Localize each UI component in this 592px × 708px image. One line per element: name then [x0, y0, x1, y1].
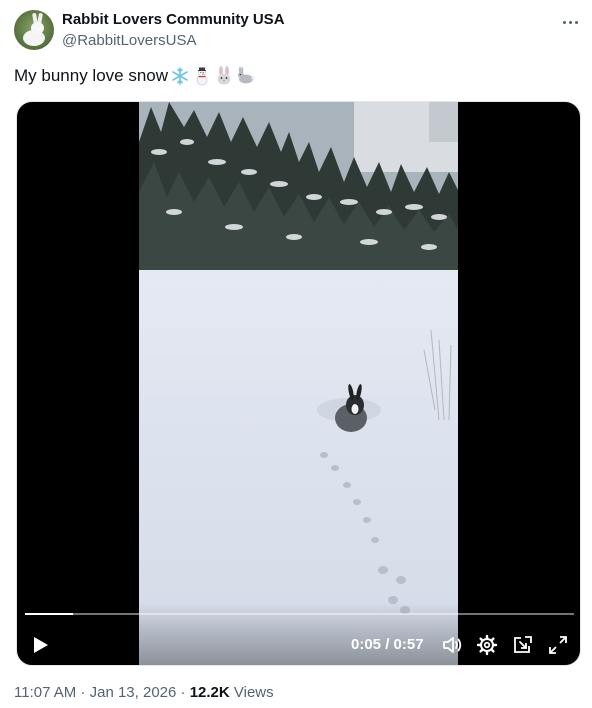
tweet-text-body: My bunny love snow	[14, 66, 169, 85]
views-count[interactable]: 12.2K	[190, 684, 230, 701]
volume-button[interactable]	[441, 634, 463, 656]
gear-icon	[476, 634, 498, 656]
meta-separator: ·	[76, 684, 90, 701]
tweet-text: My bunny love snow	[14, 66, 256, 86]
play-button[interactable]	[29, 634, 51, 656]
video-progress-fill	[25, 613, 74, 615]
fullscreen-button[interactable]	[547, 634, 569, 656]
snowy-trees-illustration	[139, 102, 458, 277]
more-options-button[interactable]	[556, 10, 584, 34]
video-current-time: 0:05	[351, 636, 382, 653]
video-time-separator: /	[381, 636, 394, 653]
rabbit-icon	[238, 66, 255, 84]
views-label: Views	[229, 684, 274, 701]
fullscreen-icon	[549, 636, 567, 654]
snowflake-icon	[172, 67, 188, 85]
tweet-time[interactable]: 11:07 AM	[14, 684, 76, 701]
more-dot	[574, 20, 578, 24]
play-icon	[34, 637, 48, 653]
author-handle[interactable]: @RabbitLoversUSA	[62, 32, 196, 49]
settings-button[interactable]	[476, 634, 498, 656]
avatar[interactable]	[14, 10, 54, 50]
picture-in-picture-icon	[514, 636, 532, 653]
video-progress-bar[interactable]	[25, 613, 574, 615]
volume-icon	[443, 637, 462, 653]
snowman-icon	[196, 67, 208, 86]
tweet: Rabbit Lovers Community USA @RabbitLover…	[0, 0, 592, 708]
avatar-rabbit-head	[31, 22, 44, 34]
video-duration: 0:57	[393, 636, 424, 653]
meta-separator: ·	[176, 684, 190, 701]
tweet-date[interactable]: Jan 13, 2026	[90, 684, 177, 701]
rabbit-face-icon	[217, 66, 231, 85]
video-time: 0:05 / 0:57	[351, 636, 424, 653]
video-frame[interactable]	[139, 102, 458, 665]
more-dot	[562, 20, 566, 24]
author-display-name[interactable]: Rabbit Lovers Community USA	[62, 11, 285, 28]
video-scene-trees	[139, 102, 458, 277]
more-dot	[568, 20, 572, 24]
video-player[interactable]: 0:05 / 0:57	[16, 101, 581, 666]
tweet-metadata: 11:07 AM · Jan 13, 2026 · 12.2K Views	[14, 684, 274, 701]
video-controls: 0:05 / 0:57	[17, 602, 580, 665]
picture-in-picture-button[interactable]	[512, 634, 534, 656]
